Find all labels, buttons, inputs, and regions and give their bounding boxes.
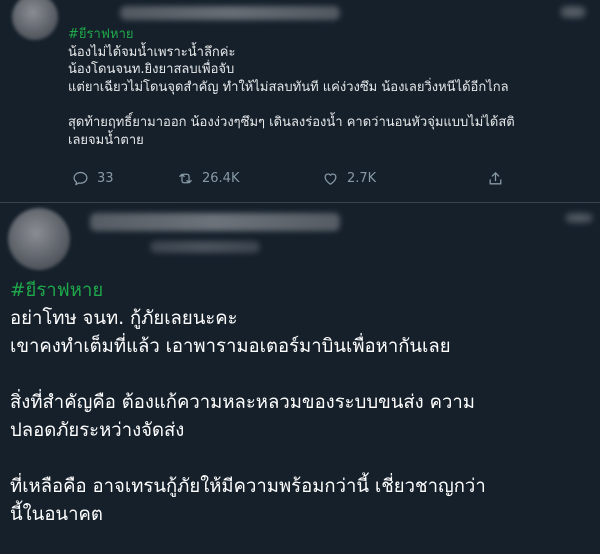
retweet-count: 26.4K bbox=[202, 171, 240, 186]
tweet-2-text: #ยีราฟหาย อย่าโทษ จนท. กู้ภัยเลยนะคะ เขา… bbox=[10, 277, 595, 529]
tweet-line: ปลอดภัยระหว่างจัดส่ง bbox=[10, 420, 185, 441]
retweet-button[interactable]: 26.4K bbox=[177, 170, 239, 187]
reply-icon bbox=[73, 171, 88, 186]
hashtag-link[interactable]: #ยีราฟหาย bbox=[10, 277, 595, 305]
more-options-icon[interactable] bbox=[565, 213, 593, 223]
tweet-actions: 33 26.4K 2.7K bbox=[72, 170, 512, 194]
tweet-line: สิ่งที่สำคัญคือ ต้องแก้ความหละหลวมของระบ… bbox=[10, 392, 475, 413]
tweet-line: อย่าโทษ จนท. กู้ภัยเลยนะคะ bbox=[10, 308, 238, 329]
share-button[interactable] bbox=[487, 170, 504, 187]
like-count: 2.7K bbox=[347, 171, 377, 186]
tweet-line: สุดท้ายฤทธิ์ยามาออก น้องง่วงๆซึมๆ เดินลง… bbox=[68, 115, 515, 130]
tweet-line: น้องโดนจนท.ยิงยาสลบเพื่อจับ bbox=[68, 62, 235, 77]
more-options-icon[interactable] bbox=[560, 6, 586, 18]
avatar[interactable] bbox=[8, 208, 70, 270]
share-icon bbox=[489, 172, 502, 185]
tweet-line: เลยจมน้ำตาย bbox=[68, 132, 144, 148]
blurred-user-handle bbox=[150, 241, 260, 253]
tweet-line: ที่เหลือคือ อาจเทรนกู้ภัยให้มีความพร้อมก… bbox=[10, 476, 486, 497]
retweet-icon bbox=[179, 173, 192, 184]
tweet-line: น้องไม่ได้จมน้ำเพราะน้ำลึกค่ะ bbox=[68, 44, 236, 60]
tweet-1-text: #ยีราฟหาย น้องไม่ได้จมน้ำเพราะน้ำลึกค่ะ … bbox=[68, 26, 588, 149]
reply-count: 33 bbox=[97, 171, 114, 186]
like-icon bbox=[324, 173, 337, 185]
like-button[interactable]: 2.7K bbox=[322, 170, 376, 187]
reply-button[interactable]: 33 bbox=[72, 170, 114, 187]
hashtag-link[interactable]: #ยีราฟหาย bbox=[68, 26, 588, 44]
blurred-user-name bbox=[120, 6, 340, 20]
tweet-2[interactable]: #ยีราฟหาย อย่าโทษ จนท. กู้ภัยเลยนะคะ เขา… bbox=[0, 203, 600, 554]
avatar[interactable] bbox=[12, 0, 58, 40]
tweet-line: เขาคงทำเต็มที่แล้ว เอาพารามอเตอร์มาบินเพ… bbox=[10, 336, 451, 357]
tweet-line: นี้ในอนาคต bbox=[10, 504, 103, 525]
tweet-line: แต่ยาเฉียวไม่โดนจุดสำคัญ ทำให้ไม่สลบทันท… bbox=[68, 79, 509, 95]
tweet-1[interactable]: #ยีราฟหาย น้องไม่ได้จมน้ำเพราะน้ำลึกค่ะ … bbox=[0, 0, 600, 203]
blurred-user-name bbox=[90, 213, 340, 231]
